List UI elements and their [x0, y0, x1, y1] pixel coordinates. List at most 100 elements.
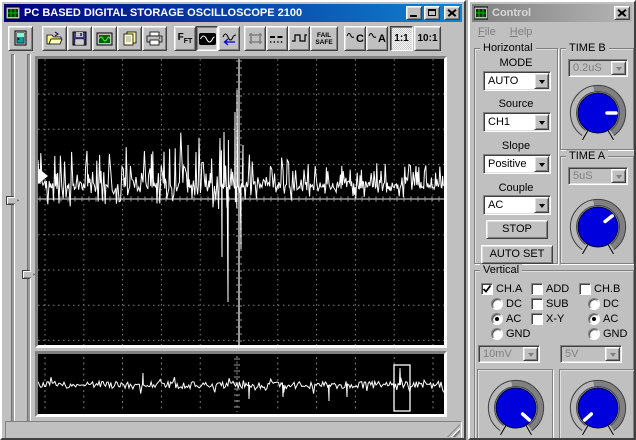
slider-thumb-ch-b[interactable] [22, 270, 35, 279]
control-app-icon [474, 6, 488, 20]
ch-a-dc-label: DC [506, 298, 522, 310]
recall-waveform-button[interactable] [218, 26, 240, 51]
slider-track-ch-a[interactable] [11, 54, 14, 430]
printer-icon [146, 31, 163, 46]
square-wave-icon [291, 34, 307, 42]
ch-a-gnd-radio[interactable] [491, 328, 503, 340]
couple-label: Couple [498, 182, 534, 194]
probe-1-1-button[interactable]: 1:1 [390, 26, 413, 51]
resize-grip-icon[interactable] [447, 424, 460, 437]
ch-b-ac-radio[interactable] [588, 313, 600, 325]
print-button[interactable] [142, 26, 167, 51]
grid-toggle-button[interactable] [244, 26, 266, 51]
calibrate-a-label: A [378, 32, 386, 45]
probe-10-1-button[interactable]: 10:1 [414, 26, 441, 51]
menu-help[interactable]: Help [510, 26, 533, 38]
ch-a-dc-radio[interactable] [491, 298, 503, 310]
time-b-label: TIME B [566, 42, 609, 54]
maximize-icon [428, 9, 436, 16]
fft-label: FFT [177, 32, 193, 45]
floppy-disk-icon [72, 31, 87, 46]
calibrate-c-label: C [356, 32, 364, 45]
ch-b-gnd-radio[interactable] [588, 328, 600, 340]
chevron-down-icon[interactable] [534, 156, 549, 172]
stop-button[interactable]: STOP [486, 220, 548, 239]
ch-a-label: CH.A [496, 283, 523, 295]
control-close-button[interactable] [614, 6, 630, 20]
calibrate-a-button[interactable]: A [366, 26, 388, 51]
chevron-down-icon[interactable] [534, 197, 549, 213]
add-label: ADD [546, 283, 570, 295]
open-button[interactable] [42, 26, 67, 51]
screen: PC BASED DIGITAL STORAGE OSCILLOSCOPE 21… [0, 0, 636, 440]
time-b-knob[interactable] [566, 81, 630, 145]
ch-b-dc-label: DC [603, 298, 619, 310]
ch-a-knob-panel [477, 369, 553, 440]
minimize-button[interactable] [406, 6, 422, 20]
chevron-down-icon[interactable] [534, 73, 549, 89]
dotted-grid-button[interactable] [266, 26, 288, 51]
maximize-button[interactable] [424, 6, 440, 20]
overview-display-panel [35, 351, 447, 417]
failsafe-label: FAIL SAFE [315, 31, 333, 46]
close-icon [448, 9, 456, 16]
probe-1-1-label: 1:1 [394, 33, 409, 44]
source-select[interactable]: CH1 [483, 112, 551, 132]
time-a-group: TIME A 5uS [560, 150, 634, 264]
calibrate-c-button[interactable]: C [344, 26, 366, 51]
main-display-panel [35, 56, 447, 348]
overview-scope-display[interactable] [37, 354, 445, 414]
chevron-down-icon [523, 347, 538, 361]
main-scope-display [37, 59, 445, 345]
save-button[interactable] [67, 26, 92, 51]
time-b-value: 0.2uS [573, 62, 602, 74]
ch-b-dc-radio[interactable] [588, 298, 600, 310]
square-wave-button[interactable] [288, 26, 310, 51]
notes-icon [123, 31, 136, 46]
close-button[interactable] [444, 6, 460, 20]
window-title: PC BASED DIGITAL STORAGE OSCILLOSCOPE 21… [24, 7, 303, 19]
copy-button[interactable] [117, 26, 142, 51]
ch-a-ac-radio[interactable] [491, 313, 503, 325]
chevron-down-icon[interactable] [534, 114, 549, 130]
oscilloscope-window: PC BASED DIGITAL STORAGE OSCILLOSCOPE 21… [0, 0, 466, 440]
ch-a-checkbox[interactable] [481, 283, 493, 295]
auto-set-button[interactable]: AUTO SET [481, 245, 553, 264]
couple-value: AC [488, 199, 504, 211]
control-titlebar[interactable]: Control [472, 4, 632, 22]
waveform-button[interactable] [196, 26, 218, 51]
main-titlebar[interactable]: PC BASED DIGITAL STORAGE OSCILLOSCOPE 21… [4, 4, 462, 22]
time-b-group: TIME B 0.2uS [560, 42, 634, 150]
app-icon [6, 6, 20, 20]
fft-button[interactable]: FFT [174, 26, 196, 51]
ch-a-gnd-label: GND [506, 328, 531, 340]
chevron-down-icon [611, 169, 626, 183]
minimize-icon [410, 15, 417, 17]
mode-select[interactable]: AUTO [483, 71, 551, 91]
slider-thumb-ch-a[interactable] [6, 196, 19, 205]
display-capture-button[interactable] [92, 26, 117, 51]
menu-file[interactable]: File [478, 26, 496, 38]
slope-select[interactable]: Positive [483, 154, 551, 174]
ch-a-gain-knob[interactable] [484, 376, 548, 440]
sine-wave-icon [198, 32, 216, 45]
scope-screen-icon [96, 32, 113, 45]
exit-button[interactable] [8, 26, 33, 51]
ch-b-gain-knob[interactable] [566, 376, 630, 440]
vertical-group-label: Vertical [480, 264, 523, 276]
ch-b-label: CH.B [594, 283, 621, 295]
mode-label: MODE [499, 57, 533, 69]
add-checkbox[interactable] [531, 283, 543, 295]
ch-b-checkbox[interactable] [579, 283, 591, 295]
ch-b-range-select: 5V [560, 345, 622, 363]
failsafe-button[interactable]: FAIL SAFE [310, 26, 338, 51]
sub-checkbox[interactable] [531, 298, 543, 310]
time-a-label: TIME A [566, 150, 609, 162]
time-b-select: 0.2uS [568, 59, 628, 77]
time-a-knob[interactable] [566, 195, 630, 259]
xy-checkbox[interactable] [531, 313, 543, 325]
ch-b-gnd-label: GND [603, 328, 628, 340]
slider-track-ch-b[interactable] [27, 54, 30, 430]
vertical-group: Vertical CH.A ADD CH.B DC SUB DC AC X-Y … [474, 264, 634, 440]
couple-select[interactable]: AC [483, 195, 551, 215]
